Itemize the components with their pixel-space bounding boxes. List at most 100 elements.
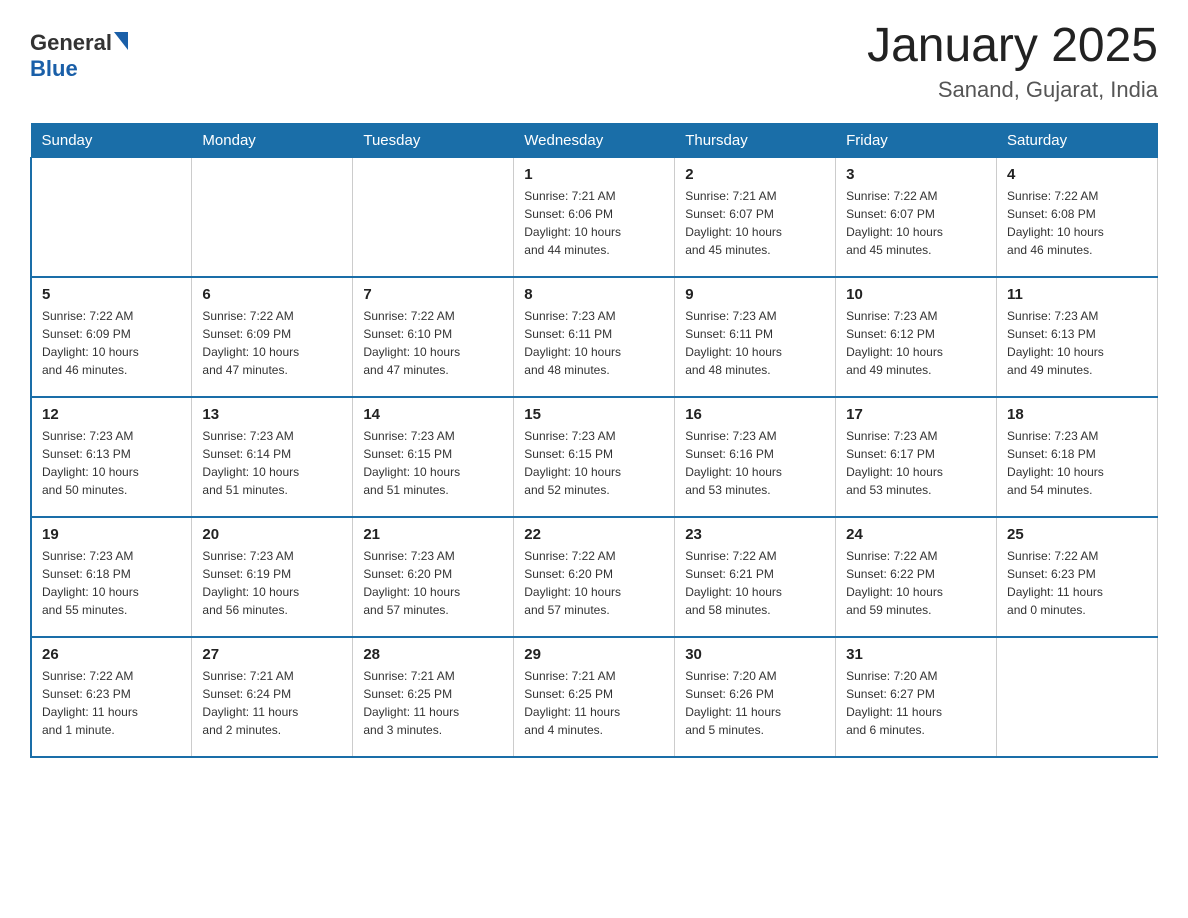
calendar-week-row-5: 26Sunrise: 7:22 AMSunset: 6:23 PMDayligh… [31,637,1158,757]
day-info: Sunrise: 7:22 AMSunset: 6:22 PMDaylight:… [846,547,986,619]
day-number: 25 [1007,526,1147,543]
day-info: Sunrise: 7:23 AMSunset: 6:15 PMDaylight:… [363,427,503,499]
calendar-cell: 28 Sunrise: 7:21 AMSunset: 6:25 PMDayligh… [353,637,514,757]
calendar-table: Sunday Monday Tuesday Wednesday Thursday… [30,123,1158,759]
day-number: 6 [202,286,342,303]
day-info: Sunrise: 7:21 AMSunset: 6:25 PMDaylight:… [524,667,664,739]
header-tuesday: Tuesday [353,123,514,157]
header-saturday: Saturday [997,123,1158,157]
calendar-cell: 14 Sunrise: 7:23 AMSunset: 6:15 PMDayligh… [353,397,514,517]
day-number: 12 [42,406,181,423]
calendar-cell: 16Sunrise: 7:23 AMSunset: 6:16 PMDayligh… [675,397,836,517]
calendar-cell: 10 Sunrise: 7:23 AMSunset: 6:12 PMDayligh… [836,277,997,397]
day-info: Sunrise: 7:23 AMSunset: 6:18 PMDaylight:… [42,547,181,619]
day-info: Sunrise: 7:21 AMSunset: 6:07 PMDaylight:… [685,187,825,259]
day-number: 1 [524,166,664,183]
day-number: 19 [42,526,181,543]
day-number: 30 [685,646,825,663]
calendar-cell [192,157,353,277]
day-number: 8 [524,286,664,303]
day-number: 22 [524,526,664,543]
calendar-cell: 3 Sunrise: 7:22 AMSunset: 6:07 PMDaylight… [836,157,997,277]
header-monday: Monday [192,123,353,157]
day-info: Sunrise: 7:22 AMSunset: 6:09 PMDaylight:… [202,307,342,379]
day-info: Sunrise: 7:21 AMSunset: 6:06 PMDaylight:… [524,187,664,259]
day-info: Sunrise: 7:22 AMSunset: 6:10 PMDaylight:… [363,307,503,379]
day-number: 18 [1007,406,1147,423]
calendar-cell: 22 Sunrise: 7:22 AMSunset: 6:20 PMDayligh… [514,517,675,637]
calendar-cell: 15 Sunrise: 7:23 AMSunset: 6:15 PMDayligh… [514,397,675,517]
day-number: 4 [1007,166,1147,183]
calendar-title-area: January 2025 Sanand, Gujarat, India [867,20,1158,103]
day-info: Sunrise: 7:22 AMSunset: 6:07 PMDaylight:… [846,187,986,259]
day-number: 15 [524,406,664,423]
calendar-cell: 12 Sunrise: 7:23 AMSunset: 6:13 PMDayligh… [31,397,192,517]
calendar-location: Sanand, Gujarat, India [867,77,1158,103]
day-info: Sunrise: 7:23 AMSunset: 6:15 PMDaylight:… [524,427,664,499]
calendar-cell: 2 Sunrise: 7:21 AMSunset: 6:07 PMDaylight… [675,157,836,277]
day-number: 29 [524,646,664,663]
calendar-cell: 7Sunrise: 7:22 AMSunset: 6:10 PMDaylight… [353,277,514,397]
day-number: 20 [202,526,342,543]
calendar-cell: 24 Sunrise: 7:22 AMSunset: 6:22 PMDayligh… [836,517,997,637]
calendar-cell: 23 Sunrise: 7:22 AMSunset: 6:21 PMDayligh… [675,517,836,637]
calendar-cell: 20Sunrise: 7:23 AMSunset: 6:19 PMDayligh… [192,517,353,637]
calendar-cell: 30Sunrise: 7:20 AMSunset: 6:26 PMDayligh… [675,637,836,757]
header-sunday: Sunday [31,123,192,157]
day-info: Sunrise: 7:23 AMSunset: 6:12 PMDaylight:… [846,307,986,379]
calendar-week-row-1: 1 Sunrise: 7:21 AMSunset: 6:06 PMDaylight… [31,157,1158,277]
logo: General Blue [30,30,128,82]
day-number: 10 [846,286,986,303]
day-number: 5 [42,286,181,303]
calendar-cell: 17 Sunrise: 7:23 AMSunset: 6:17 PMDayligh… [836,397,997,517]
day-number: 31 [846,646,986,663]
calendar-cell: 29 Sunrise: 7:21 AMSunset: 6:25 PMDayligh… [514,637,675,757]
day-info: Sunrise: 7:23 AMSunset: 6:14 PMDaylight:… [202,427,342,499]
calendar-cell: 19 Sunrise: 7:23 AMSunset: 6:18 PMDayligh… [31,517,192,637]
calendar-month-year: January 2025 [867,20,1158,73]
day-number: 23 [685,526,825,543]
header-thursday: Thursday [675,123,836,157]
day-info: Sunrise: 7:22 AMSunset: 6:23 PMDaylight:… [1007,547,1147,619]
day-info: Sunrise: 7:22 AMSunset: 6:23 PMDaylight:… [42,667,181,739]
calendar-cell: 21Sunrise: 7:23 AMSunset: 6:20 PMDayligh… [353,517,514,637]
day-number: 11 [1007,286,1147,303]
calendar-cell: 18 Sunrise: 7:23 AMSunset: 6:18 PMDayligh… [997,397,1158,517]
calendar-cell [31,157,192,277]
calendar-cell: 8 Sunrise: 7:23 AMSunset: 6:11 PMDaylight… [514,277,675,397]
calendar-cell: 4 Sunrise: 7:22 AMSunset: 6:08 PMDaylight… [997,157,1158,277]
day-number: 14 [363,406,503,423]
day-info: Sunrise: 7:21 AMSunset: 6:25 PMDaylight:… [363,667,503,739]
calendar-week-row-2: 5 Sunrise: 7:22 AMSunset: 6:09 PMDaylight… [31,277,1158,397]
calendar-cell: 6 Sunrise: 7:22 AMSunset: 6:09 PMDaylight… [192,277,353,397]
day-number: 27 [202,646,342,663]
day-info: Sunrise: 7:23 AMSunset: 6:13 PMDaylight:… [1007,307,1147,379]
calendar-cell: 1 Sunrise: 7:21 AMSunset: 6:06 PMDaylight… [514,157,675,277]
day-number: 2 [685,166,825,183]
day-number: 28 [363,646,503,663]
day-info: Sunrise: 7:23 AMSunset: 6:13 PMDaylight:… [42,427,181,499]
day-number: 3 [846,166,986,183]
day-info: Sunrise: 7:23 AMSunset: 6:17 PMDaylight:… [846,427,986,499]
logo-general-text: General [30,30,112,56]
calendar-cell: 13 Sunrise: 7:23 AMSunset: 6:14 PMDayligh… [192,397,353,517]
day-info: Sunrise: 7:22 AMSunset: 6:21 PMDaylight:… [685,547,825,619]
calendar-cell: 5Sunrise: 7:22 AMSunset: 6:09 PMDaylight… [31,277,192,397]
day-info: Sunrise: 7:23 AMSunset: 6:20 PMDaylight:… [363,547,503,619]
day-number: 13 [202,406,342,423]
day-info: Sunrise: 7:22 AMSunset: 6:20 PMDaylight:… [524,547,664,619]
day-info: Sunrise: 7:23 AMSunset: 6:11 PMDaylight:… [524,307,664,379]
day-info: Sunrise: 7:23 AMSunset: 6:11 PMDaylight:… [685,307,825,379]
calendar-week-row-3: 12 Sunrise: 7:23 AMSunset: 6:13 PMDayligh… [31,397,1158,517]
calendar-header-row: Sunday Monday Tuesday Wednesday Thursday… [31,123,1158,157]
day-number: 17 [846,406,986,423]
day-info: Sunrise: 7:23 AMSunset: 6:18 PMDaylight:… [1007,427,1147,499]
day-info: Sunrise: 7:20 AMSunset: 6:27 PMDaylight:… [846,667,986,739]
day-number: 24 [846,526,986,543]
header-friday: Friday [836,123,997,157]
day-number: 9 [685,286,825,303]
page-header: General Blue January 2025 Sanand, Gujara… [30,20,1158,103]
day-info: Sunrise: 7:22 AMSunset: 6:08 PMDaylight:… [1007,187,1147,259]
calendar-cell: 27Sunrise: 7:21 AMSunset: 6:24 PMDayligh… [192,637,353,757]
logo-triangle-icon [114,32,128,50]
